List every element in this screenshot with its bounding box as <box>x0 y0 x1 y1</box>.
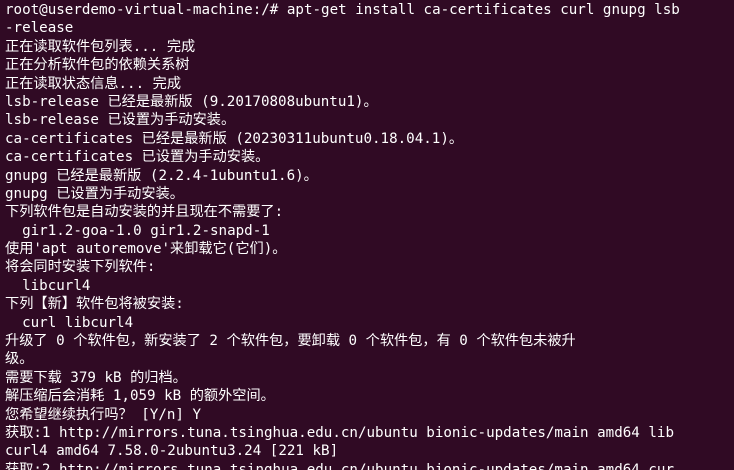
terminal-line-new-packages: curl libcurl4 <box>5 314 134 331</box>
terminal-line-lsb-release-manual: lsb-release 已设置为手动安装。 <box>5 112 236 129</box>
terminal-line-fetch-1: 获取:1 http://mirrors.tuna.tsinghua.edu.cn… <box>5 424 674 441</box>
terminal-line-extra-packages: libcurl4 <box>5 277 91 294</box>
terminal-line-command-wrap: -release <box>5 20 74 37</box>
terminal-line-download-size: 需要下载 379 kB 的归档。 <box>5 369 187 386</box>
terminal-line-reading-state: 正在读取状态信息... 完成 <box>5 75 182 92</box>
terminal-line-autoremove-hint: 使用'apt autoremove'来卸载它(它们)。 <box>5 241 287 258</box>
terminal-window[interactable]: root@userdemo-virtual-machine:/# apt-get… <box>0 0 734 470</box>
terminal-line-analyzing-dependencies: 正在分析软件包的依赖关系树 <box>5 57 190 74</box>
terminal-line-lsb-release-latest: lsb-release 已经是最新版 (9.20170808ubuntu1)。 <box>5 93 378 110</box>
terminal-line-upgrade-summary-wrap: 级。 <box>5 351 34 368</box>
terminal-line-fetch-1-wrap: curl4 amd64 7.58.0-2ubuntu3.24 [221 kB] <box>5 443 339 460</box>
terminal-line-new-packages-header: 下列【新】软件包将被安装: <box>5 296 184 313</box>
terminal-line-extra-packages-header: 将会同时安装下列软件: <box>5 259 156 276</box>
terminal-line-upgrade-summary: 升级了 0 个软件包，新安装了 2 个软件包，要卸载 0 个软件包，有 0 个软… <box>5 333 576 350</box>
terminal-line-fetch-2: 获取:2 http://mirrors.tuna.tsinghua.edu.cn… <box>5 461 674 470</box>
terminal-line-disk-space: 解压缩后会消耗 1,059 kB 的额外空间。 <box>5 388 275 405</box>
terminal-line-ca-certificates-latest: ca-certificates 已经是最新版 (20230311ubuntu0.… <box>5 130 464 147</box>
terminal-line-command: root@userdemo-virtual-machine:/# apt-get… <box>5 2 680 18</box>
terminal-line-auto-installed-header: 下列软件包是自动安装的并且现在不需要了: <box>5 204 284 221</box>
terminal-line-gnupg-latest: gnupg 已经是最新版 (2.2.4-1ubuntu1.6)。 <box>5 167 318 184</box>
terminal-line-continue-prompt: 您希望继续执行吗？ [Y/n] Y <box>5 406 202 423</box>
terminal-line-ca-certificates-manual: ca-certificates 已设置为手动安装。 <box>5 149 270 166</box>
terminal-line-auto-installed-packages: gir1.2-goa-1.0 gir1.2-snapd-1 <box>5 222 270 239</box>
terminal-line-gnupg-manual: gnupg 已设置为手动安装。 <box>5 185 184 202</box>
terminal-line-reading-package-list: 正在读取软件包列表... 完成 <box>5 38 196 55</box>
